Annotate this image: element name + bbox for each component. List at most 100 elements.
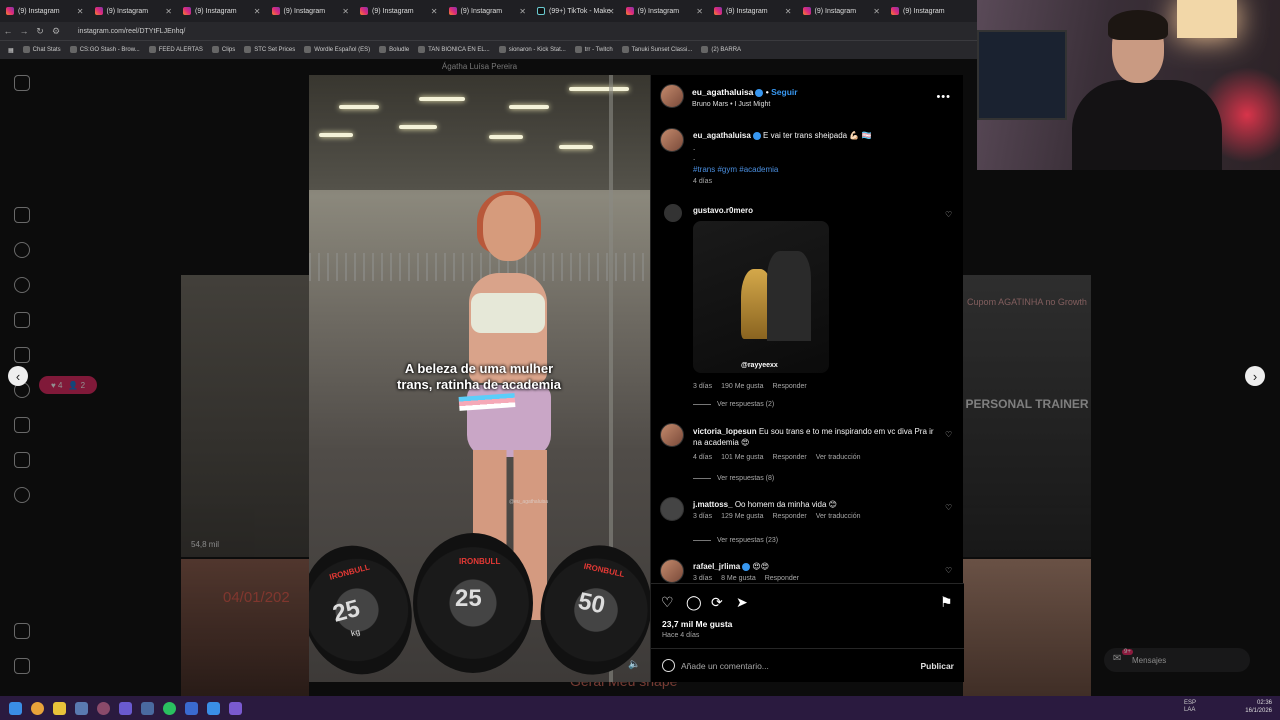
forward-icon[interactable]: → xyxy=(16,26,32,36)
comment-username[interactable]: gustavo.r0mero xyxy=(693,206,753,215)
close-tab-icon[interactable]: ✕ xyxy=(785,7,792,16)
app-icon[interactable] xyxy=(97,701,110,715)
reload-icon[interactable]: ↻ xyxy=(32,26,48,37)
dashboard-icon[interactable] xyxy=(14,452,30,468)
close-tab-icon[interactable]: ✕ xyxy=(608,7,615,16)
view-replies-button[interactable]: Ver respuestas (23) xyxy=(693,537,778,544)
apps-icon[interactable]: ▦ xyxy=(8,47,14,54)
comment-likes[interactable]: 190 Me gusta xyxy=(721,383,763,390)
reply-button[interactable]: Responder xyxy=(773,383,807,390)
like-icon[interactable]: ♡ xyxy=(661,594,674,611)
close-tab-icon[interactable]: ✕ xyxy=(519,7,526,16)
bookmark[interactable]: STC Set Prices xyxy=(244,46,295,54)
close-tab-icon[interactable]: ✕ xyxy=(873,7,880,16)
comment-likes[interactable]: 8 Me gusta xyxy=(721,575,756,582)
browser-tab[interactable]: (9) Instagram ✕ xyxy=(708,0,797,22)
home-icon[interactable] xyxy=(14,207,30,223)
comment-username[interactable]: j.mattoss_ xyxy=(693,500,733,509)
volume-icon[interactable]: 🔈 xyxy=(628,659,640,670)
bookmark[interactable]: Wordle Español (ES) xyxy=(304,46,370,54)
hashtags[interactable]: #trans #gym #academia xyxy=(693,165,964,174)
reply-button[interactable]: Responder xyxy=(765,575,799,582)
browser-tab[interactable]: (9) Instagram ✕ xyxy=(354,0,443,22)
close-tab-icon[interactable]: ✕ xyxy=(431,7,438,16)
like-count[interactable]: 23,7 mil Me gusta xyxy=(662,619,732,629)
comment-likes[interactable]: 129 Me gusta xyxy=(721,513,763,520)
emoji-icon[interactable] xyxy=(662,659,675,672)
language-indicator[interactable]: ESP LAA xyxy=(1184,700,1196,714)
bookmark[interactable]: TAN BIONICA EN EL... xyxy=(418,46,490,54)
bookmark[interactable]: Chat Stats xyxy=(22,46,61,54)
previous-post-button[interactable]: ‹ xyxy=(8,366,28,386)
translate-button[interactable]: Ver traducción xyxy=(816,454,861,461)
follow-button[interactable]: Seguir xyxy=(771,87,797,97)
comment-username[interactable]: victoria_lopesun xyxy=(693,427,757,436)
browser-tab[interactable]: (9) Instagram ✕ xyxy=(797,0,886,22)
browser-tab[interactable]: (9) Instagram xyxy=(885,0,974,22)
close-tab-icon[interactable]: ✕ xyxy=(77,7,84,16)
translate-button[interactable]: Ver traducción xyxy=(816,513,861,520)
menu-icon[interactable] xyxy=(14,623,30,639)
like-comment-icon[interactable]: ♡ xyxy=(945,503,954,512)
browser-tab[interactable]: (9) Instagram ✕ xyxy=(443,0,532,22)
bookmark[interactable]: FEED ALERTAS xyxy=(148,46,203,54)
chrome-icon[interactable] xyxy=(31,701,44,715)
comment-likes[interactable]: 101 Me gusta xyxy=(721,454,763,461)
bookmark[interactable]: Clips xyxy=(211,46,235,54)
like-comment-icon[interactable]: ♡ xyxy=(945,430,954,439)
bookmark[interactable]: trr - Twitch xyxy=(574,46,613,54)
reply-button[interactable]: Responder xyxy=(773,454,807,461)
steam-icon[interactable] xyxy=(75,701,88,715)
spotify-icon[interactable] xyxy=(163,701,176,715)
next-post-button[interactable]: › xyxy=(1245,366,1265,386)
author-username[interactable]: eu_agathaluisa xyxy=(692,87,753,97)
app-icon[interactable] xyxy=(141,701,154,715)
bookmark[interactable]: sionaron - Kick Stat... xyxy=(498,46,566,54)
browser-tab[interactable]: (9) Instagram ✕ xyxy=(0,0,89,22)
file-explorer-icon[interactable] xyxy=(53,701,66,715)
author-avatar[interactable] xyxy=(660,84,684,108)
comment-icon[interactable]: ◯ xyxy=(686,594,702,611)
messages-icon[interactable] xyxy=(14,347,30,363)
comment-username[interactable]: rafael_jrlima xyxy=(693,562,740,571)
reel-video[interactable]: @eu_agathaluisa A beleza de uma mulher t… xyxy=(309,75,650,682)
reels-icon[interactable] xyxy=(14,312,30,328)
site-info-icon[interactable]: ⚙ xyxy=(48,26,64,37)
repost-icon[interactable]: ⟳ xyxy=(711,594,723,611)
share-icon[interactable]: ➤ xyxy=(736,594,748,611)
app-icon[interactable] xyxy=(229,701,242,715)
caption-username[interactable]: eu_agathaluisa xyxy=(693,131,751,140)
back-icon[interactable]: ← xyxy=(0,26,16,36)
profile-avatar[interactable] xyxy=(14,487,30,503)
more-options-icon[interactable]: ••• xyxy=(936,91,951,103)
start-icon[interactable] xyxy=(9,701,22,715)
bookmark[interactable]: CS:GO Stash - Brow... xyxy=(69,46,140,54)
clock[interactable]: 02:36 16/1/2026 xyxy=(1245,699,1272,715)
explore-icon[interactable] xyxy=(14,277,30,293)
close-tab-icon[interactable]: ✕ xyxy=(696,7,703,16)
discord-icon[interactable] xyxy=(119,701,132,715)
publish-button[interactable]: Publicar xyxy=(920,661,954,671)
like-comment-icon[interactable]: ♡ xyxy=(945,566,954,575)
view-replies-button[interactable]: Ver respuestas (8) xyxy=(693,475,774,482)
search-icon[interactable] xyxy=(14,242,30,258)
view-replies-button[interactable]: Ver respuestas (2) xyxy=(693,401,774,408)
bookmark[interactable]: (2) BARRA xyxy=(701,46,741,54)
close-tab-icon[interactable]: ✕ xyxy=(254,7,261,16)
comment-input[interactable]: Añade un comentario... xyxy=(681,661,769,671)
messages-button[interactable]: ✉ Mensajes 9+ xyxy=(1104,648,1250,672)
browser-tab[interactable]: (9) Instagram ✕ xyxy=(177,0,266,22)
audio-track[interactable]: Bruno Mars • I Just Might xyxy=(692,101,770,108)
browser-tab[interactable]: (9) Instagram ✕ xyxy=(89,0,178,22)
browser-tab[interactable]: (9) Instagram ✕ xyxy=(620,0,709,22)
save-icon[interactable]: ⚑ xyxy=(940,594,953,611)
browser-tab[interactable]: (99+) TikTok - Make ✕ xyxy=(531,0,620,22)
like-comment-icon[interactable]: ♡ xyxy=(945,210,954,219)
browser-tab[interactable]: (9) Instagram ✕ xyxy=(266,0,355,22)
reply-button[interactable]: Responder xyxy=(773,513,807,520)
url-field[interactable]: instagram.com/reel/DTYtFLJEnhq/ xyxy=(78,28,185,35)
create-icon[interactable] xyxy=(14,417,30,433)
comment-gif[interactable]: @rayyeexx xyxy=(693,221,829,373)
bookmark[interactable]: Boludle xyxy=(379,46,409,54)
close-tab-icon[interactable]: ✕ xyxy=(165,7,172,16)
